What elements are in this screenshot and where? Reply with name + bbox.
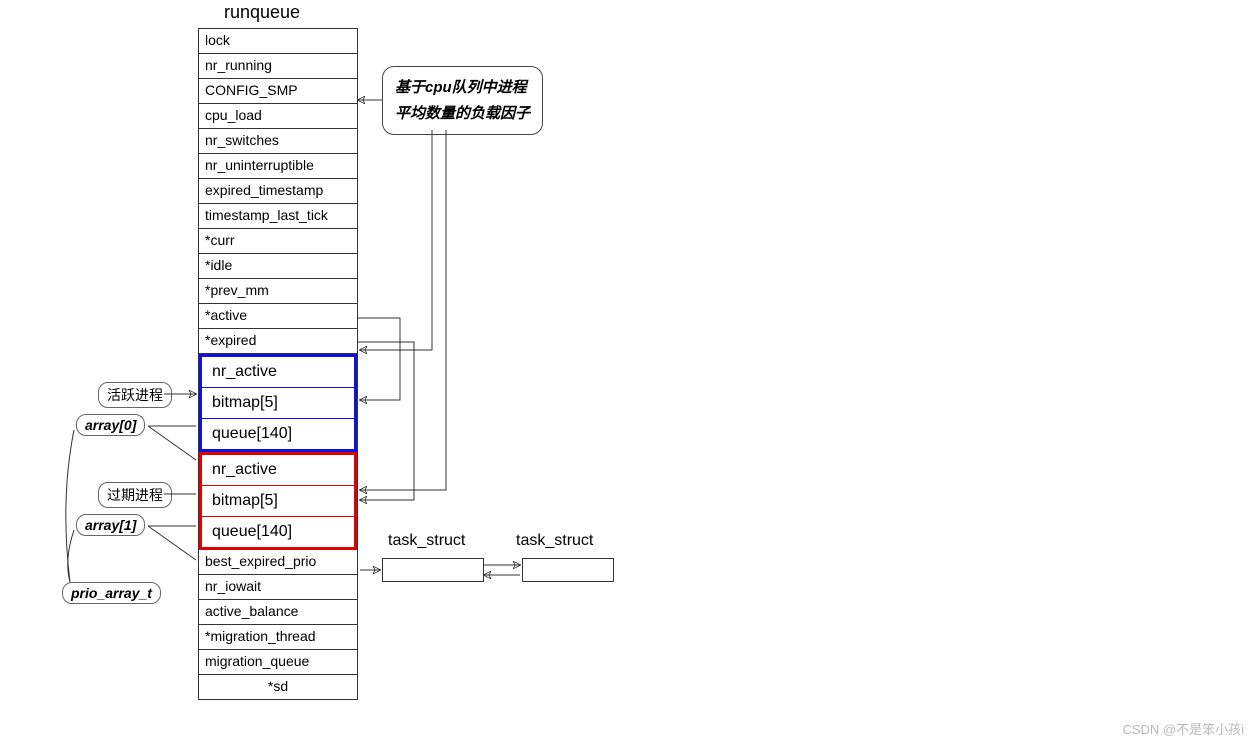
field-sd: *sd — [199, 675, 357, 699]
field-nr-uninterruptible: nr_uninterruptible — [199, 154, 357, 179]
prio-array-active: nr_active bitmap[5] queue[140] — [199, 354, 357, 452]
red-nr-active: nr_active — [202, 455, 354, 486]
title: runqueue — [224, 2, 300, 23]
field-timestamp-last-tick: timestamp_last_tick — [199, 204, 357, 229]
watermark: CSDN @不是笨小孩i — [1122, 719, 1244, 738]
connector-arrows — [0, 0, 1258, 744]
label-expired-proc: 过期进程 — [98, 482, 172, 508]
runqueue-struct: lock nr_running CONFIG_SMP cpu_load nr_s… — [198, 28, 358, 700]
red-bitmap: bitmap[5] — [202, 486, 354, 517]
field-nr-iowait: nr_iowait — [199, 575, 357, 600]
label-array0: array[0] — [76, 414, 145, 436]
field-lock: lock — [199, 29, 357, 54]
field-prev-mm: *prev_mm — [199, 279, 357, 304]
field-best-expired-prio: best_expired_prio — [199, 550, 357, 575]
field-config-smp: CONFIG_SMP — [199, 79, 357, 104]
field-nr-running: nr_running — [199, 54, 357, 79]
task-struct-label-1: task_struct — [388, 532, 465, 550]
field-expired: *expired — [199, 329, 357, 354]
field-idle: *idle — [199, 254, 357, 279]
task-struct-box-2 — [522, 558, 614, 582]
red-queue: queue[140] — [202, 517, 354, 547]
blue-bitmap: bitmap[5] — [202, 388, 354, 419]
label-array1: array[1] — [76, 514, 145, 536]
blue-queue: queue[140] — [202, 419, 354, 449]
label-prio-array-t: prio_array_t — [62, 582, 161, 604]
callout-line2: 平均数量的负载因子 — [395, 105, 530, 122]
field-cpu-load: cpu_load — [199, 104, 357, 129]
prio-array-expired: nr_active bitmap[5] queue[140] — [199, 452, 357, 550]
blue-nr-active: nr_active — [202, 357, 354, 388]
field-active-balance: active_balance — [199, 600, 357, 625]
field-migration-queue: migration_queue — [199, 650, 357, 675]
field-active: *active — [199, 304, 357, 329]
callout-line1: 基于cpu队列中进程 — [395, 79, 527, 96]
label-active-proc: 活跃进程 — [98, 382, 172, 408]
field-curr: *curr — [199, 229, 357, 254]
callout-load-factor: 基于cpu队列中进程 平均数量的负载因子 — [382, 66, 543, 135]
field-expired-timestamp: expired_timestamp — [199, 179, 357, 204]
field-nr-switches: nr_switches — [199, 129, 357, 154]
task-struct-label-2: task_struct — [516, 532, 593, 550]
field-migration-thread: *migration_thread — [199, 625, 357, 650]
task-struct-box-1 — [382, 558, 484, 582]
